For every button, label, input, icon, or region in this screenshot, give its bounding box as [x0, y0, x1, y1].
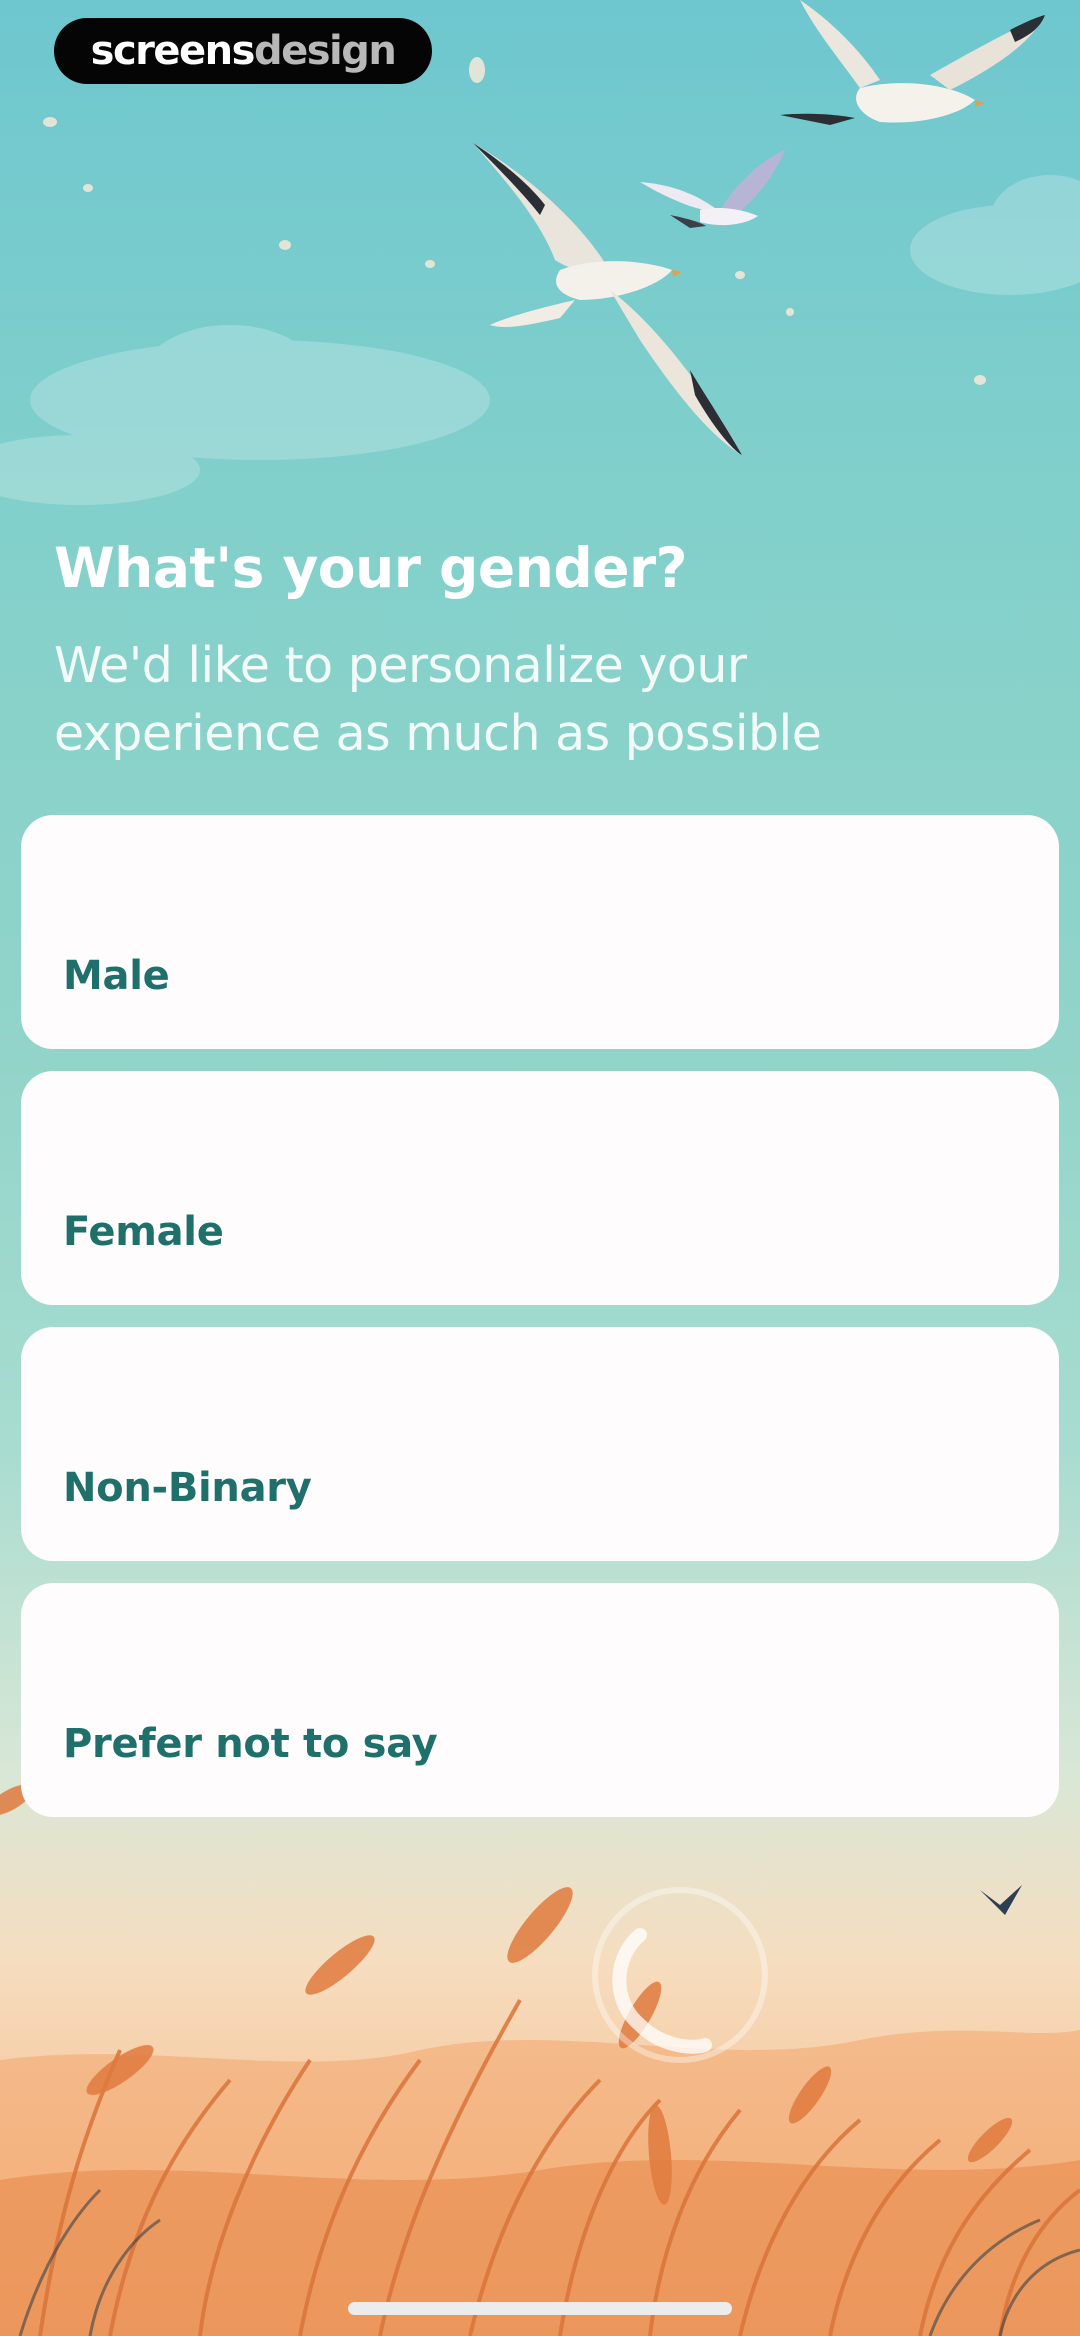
option-female[interactable]: Female: [21, 1071, 1059, 1305]
distant-bird: [980, 1885, 1022, 1915]
watermark-part-2: design: [253, 28, 397, 74]
screensdesign-watermark: screens design: [54, 18, 432, 84]
gender-options: Male Female Non-Binary Prefer not to say: [21, 815, 1059, 1839]
option-label: Prefer not to say: [63, 1721, 438, 1767]
reeds-illustration: [0, 1784, 1080, 2336]
question-title: What's your gender?: [54, 536, 688, 600]
loading-spinner-icon: [592, 1887, 768, 2063]
option-male[interactable]: Male: [21, 815, 1059, 1049]
onboarding-screen: screens design What's your gender? We'd l…: [0, 0, 1080, 2336]
option-label: Female: [63, 1209, 224, 1255]
option-label: Non-Binary: [63, 1465, 312, 1511]
option-non-binary[interactable]: Non-Binary: [21, 1327, 1059, 1561]
watermark-part-1: screens: [90, 28, 256, 74]
home-indicator[interactable]: [348, 2302, 732, 2315]
seagull-illustration: [640, 150, 785, 228]
option-prefer-not-to-say[interactable]: Prefer not to say: [21, 1583, 1059, 1817]
question-subtitle: We'd like to personalize your experience…: [54, 637, 822, 762]
seagull-illustration: [473, 143, 742, 455]
option-label: Male: [63, 953, 170, 999]
seagull-illustration: [780, 0, 1045, 125]
